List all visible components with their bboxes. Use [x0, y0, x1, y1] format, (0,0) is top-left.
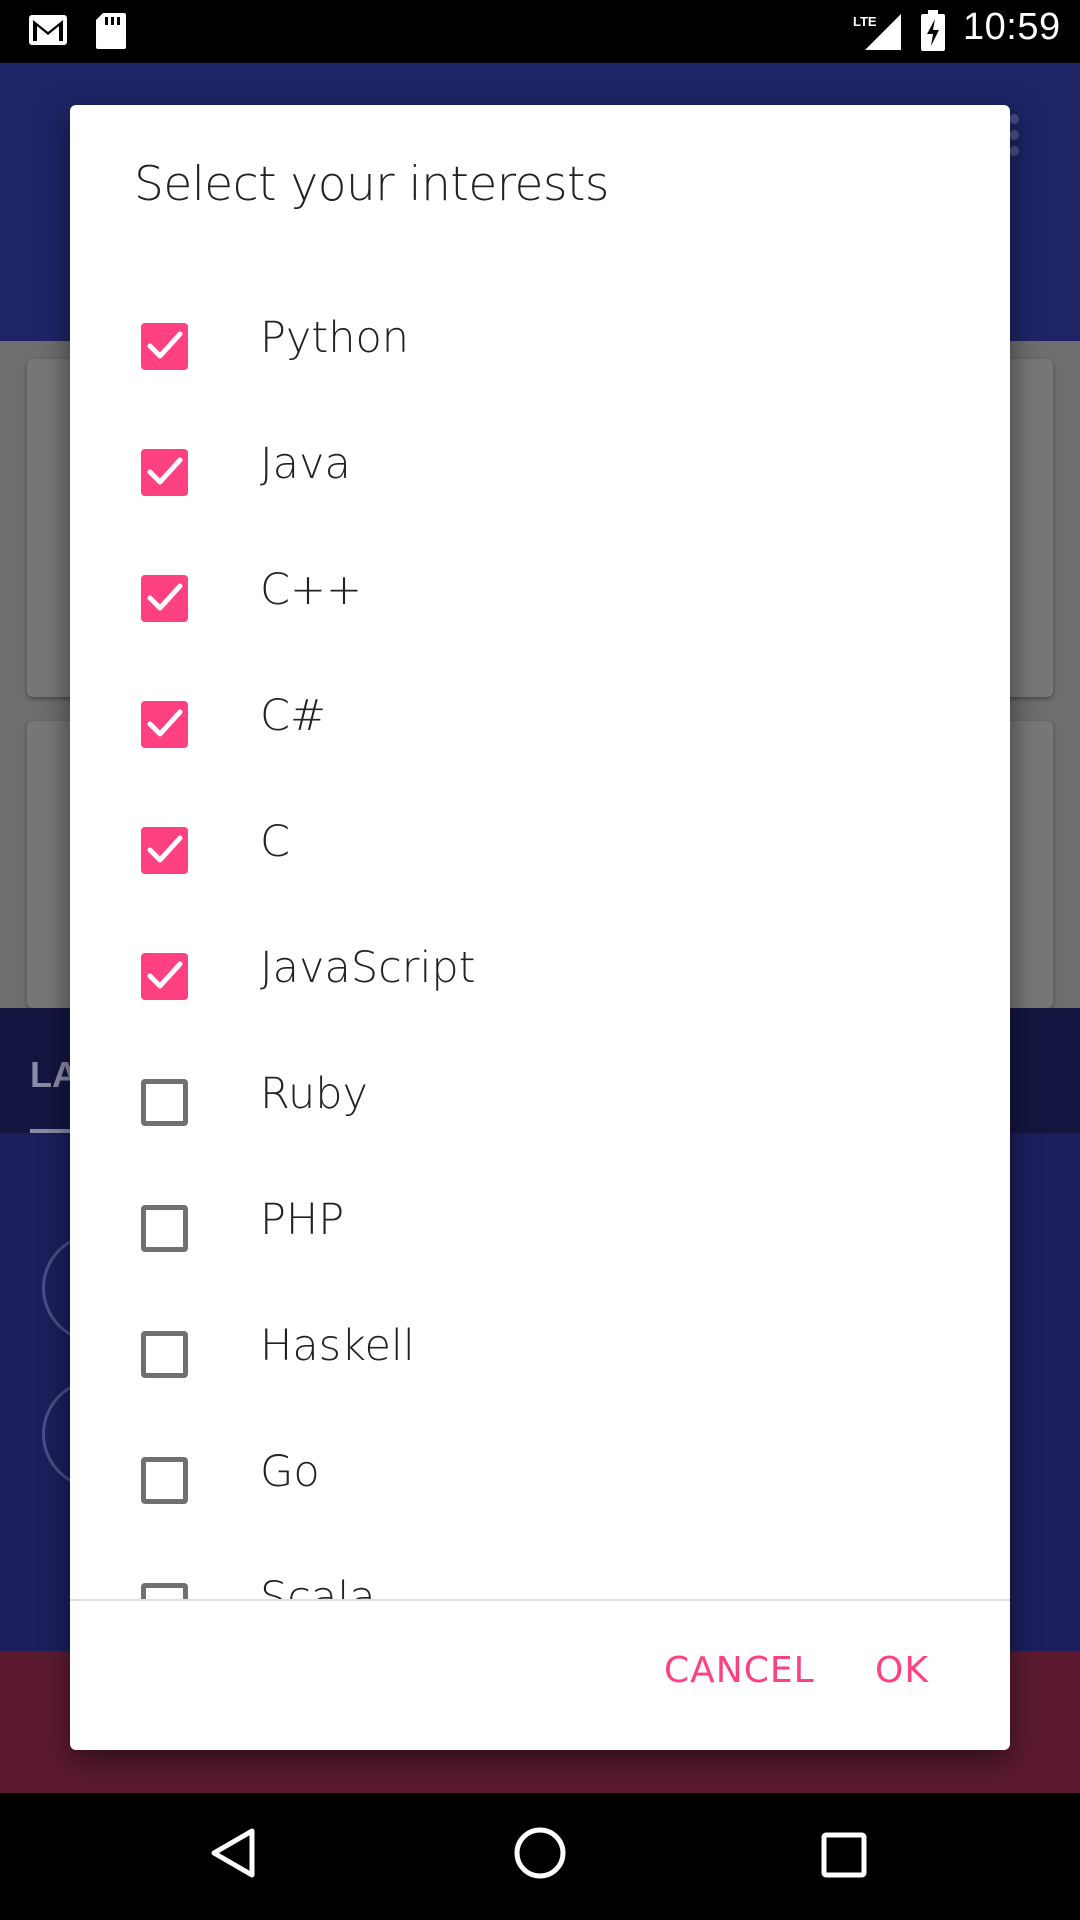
checkbox[interactable] — [141, 701, 188, 748]
option-java[interactable]: Java — [70, 417, 1010, 543]
option-label: C# — [260, 691, 327, 741]
status-bar: LTE 10:59 — [0, 0, 1080, 63]
checkbox[interactable] — [141, 1079, 188, 1126]
dialog-title: Select your interests — [134, 157, 609, 212]
check-icon — [147, 331, 183, 359]
option-label: Ruby — [260, 1069, 368, 1119]
options-list[interactable]: Python Java C++ C# C JavaScript Ruby PHP… — [70, 291, 1010, 1601]
option-label: Haskell — [260, 1321, 415, 1371]
check-icon — [147, 583, 183, 611]
checkbox[interactable] — [141, 323, 188, 370]
option-php[interactable]: PHP — [70, 1173, 1010, 1299]
checkbox[interactable] — [141, 575, 188, 622]
check-icon — [147, 709, 183, 737]
option-csharp[interactable]: C# — [70, 669, 1010, 795]
option-label: Python — [260, 313, 410, 363]
cancel-button[interactable]: CANCEL — [664, 1650, 815, 1691]
network-type-label: LTE — [853, 14, 877, 29]
check-icon — [147, 835, 183, 863]
back-icon[interactable] — [210, 1827, 256, 1883]
interests-dialog: Select your interests Python Java C++ C#… — [70, 105, 1010, 1750]
option-label: Java — [260, 439, 351, 489]
navigation-bar — [0, 1793, 1080, 1920]
option-scala[interactable]: Scala — [70, 1551, 1010, 1601]
ok-button[interactable]: OK — [875, 1650, 929, 1691]
option-haskell[interactable]: Haskell — [70, 1299, 1010, 1425]
dialog-divider — [70, 1599, 1010, 1601]
gmail-icon — [28, 14, 68, 50]
option-label: C — [260, 817, 291, 867]
checkbox[interactable] — [141, 953, 188, 1000]
checkbox[interactable] — [141, 1331, 188, 1378]
sd-card-icon — [95, 12, 127, 54]
option-ruby[interactable]: Ruby — [70, 1047, 1010, 1173]
screen: LTE 10:59 LA Select your interests Pytho… — [0, 0, 1080, 1920]
checkbox[interactable] — [141, 827, 188, 874]
recents-icon[interactable] — [821, 1832, 867, 1882]
option-label: C++ — [260, 565, 363, 615]
option-label: Go — [260, 1447, 320, 1497]
option-python[interactable]: Python — [70, 291, 1010, 417]
option-c[interactable]: C — [70, 795, 1010, 921]
home-icon[interactable] — [513, 1826, 567, 1884]
check-icon — [147, 457, 183, 485]
option-javascript[interactable]: JavaScript — [70, 921, 1010, 1047]
checkbox[interactable] — [141, 1205, 188, 1252]
check-icon — [147, 961, 183, 989]
checkbox[interactable] — [141, 1457, 188, 1504]
checkbox[interactable] — [141, 449, 188, 496]
signal-icon: LTE — [853, 12, 903, 56]
battery-charging-icon — [920, 10, 946, 56]
option-cpp[interactable]: C++ — [70, 543, 1010, 669]
clock: 10:59 — [963, 6, 1061, 48]
option-label: Scala — [260, 1573, 376, 1601]
option-label: JavaScript — [260, 943, 476, 993]
option-label: PHP — [260, 1195, 345, 1245]
option-go[interactable]: Go — [70, 1425, 1010, 1551]
